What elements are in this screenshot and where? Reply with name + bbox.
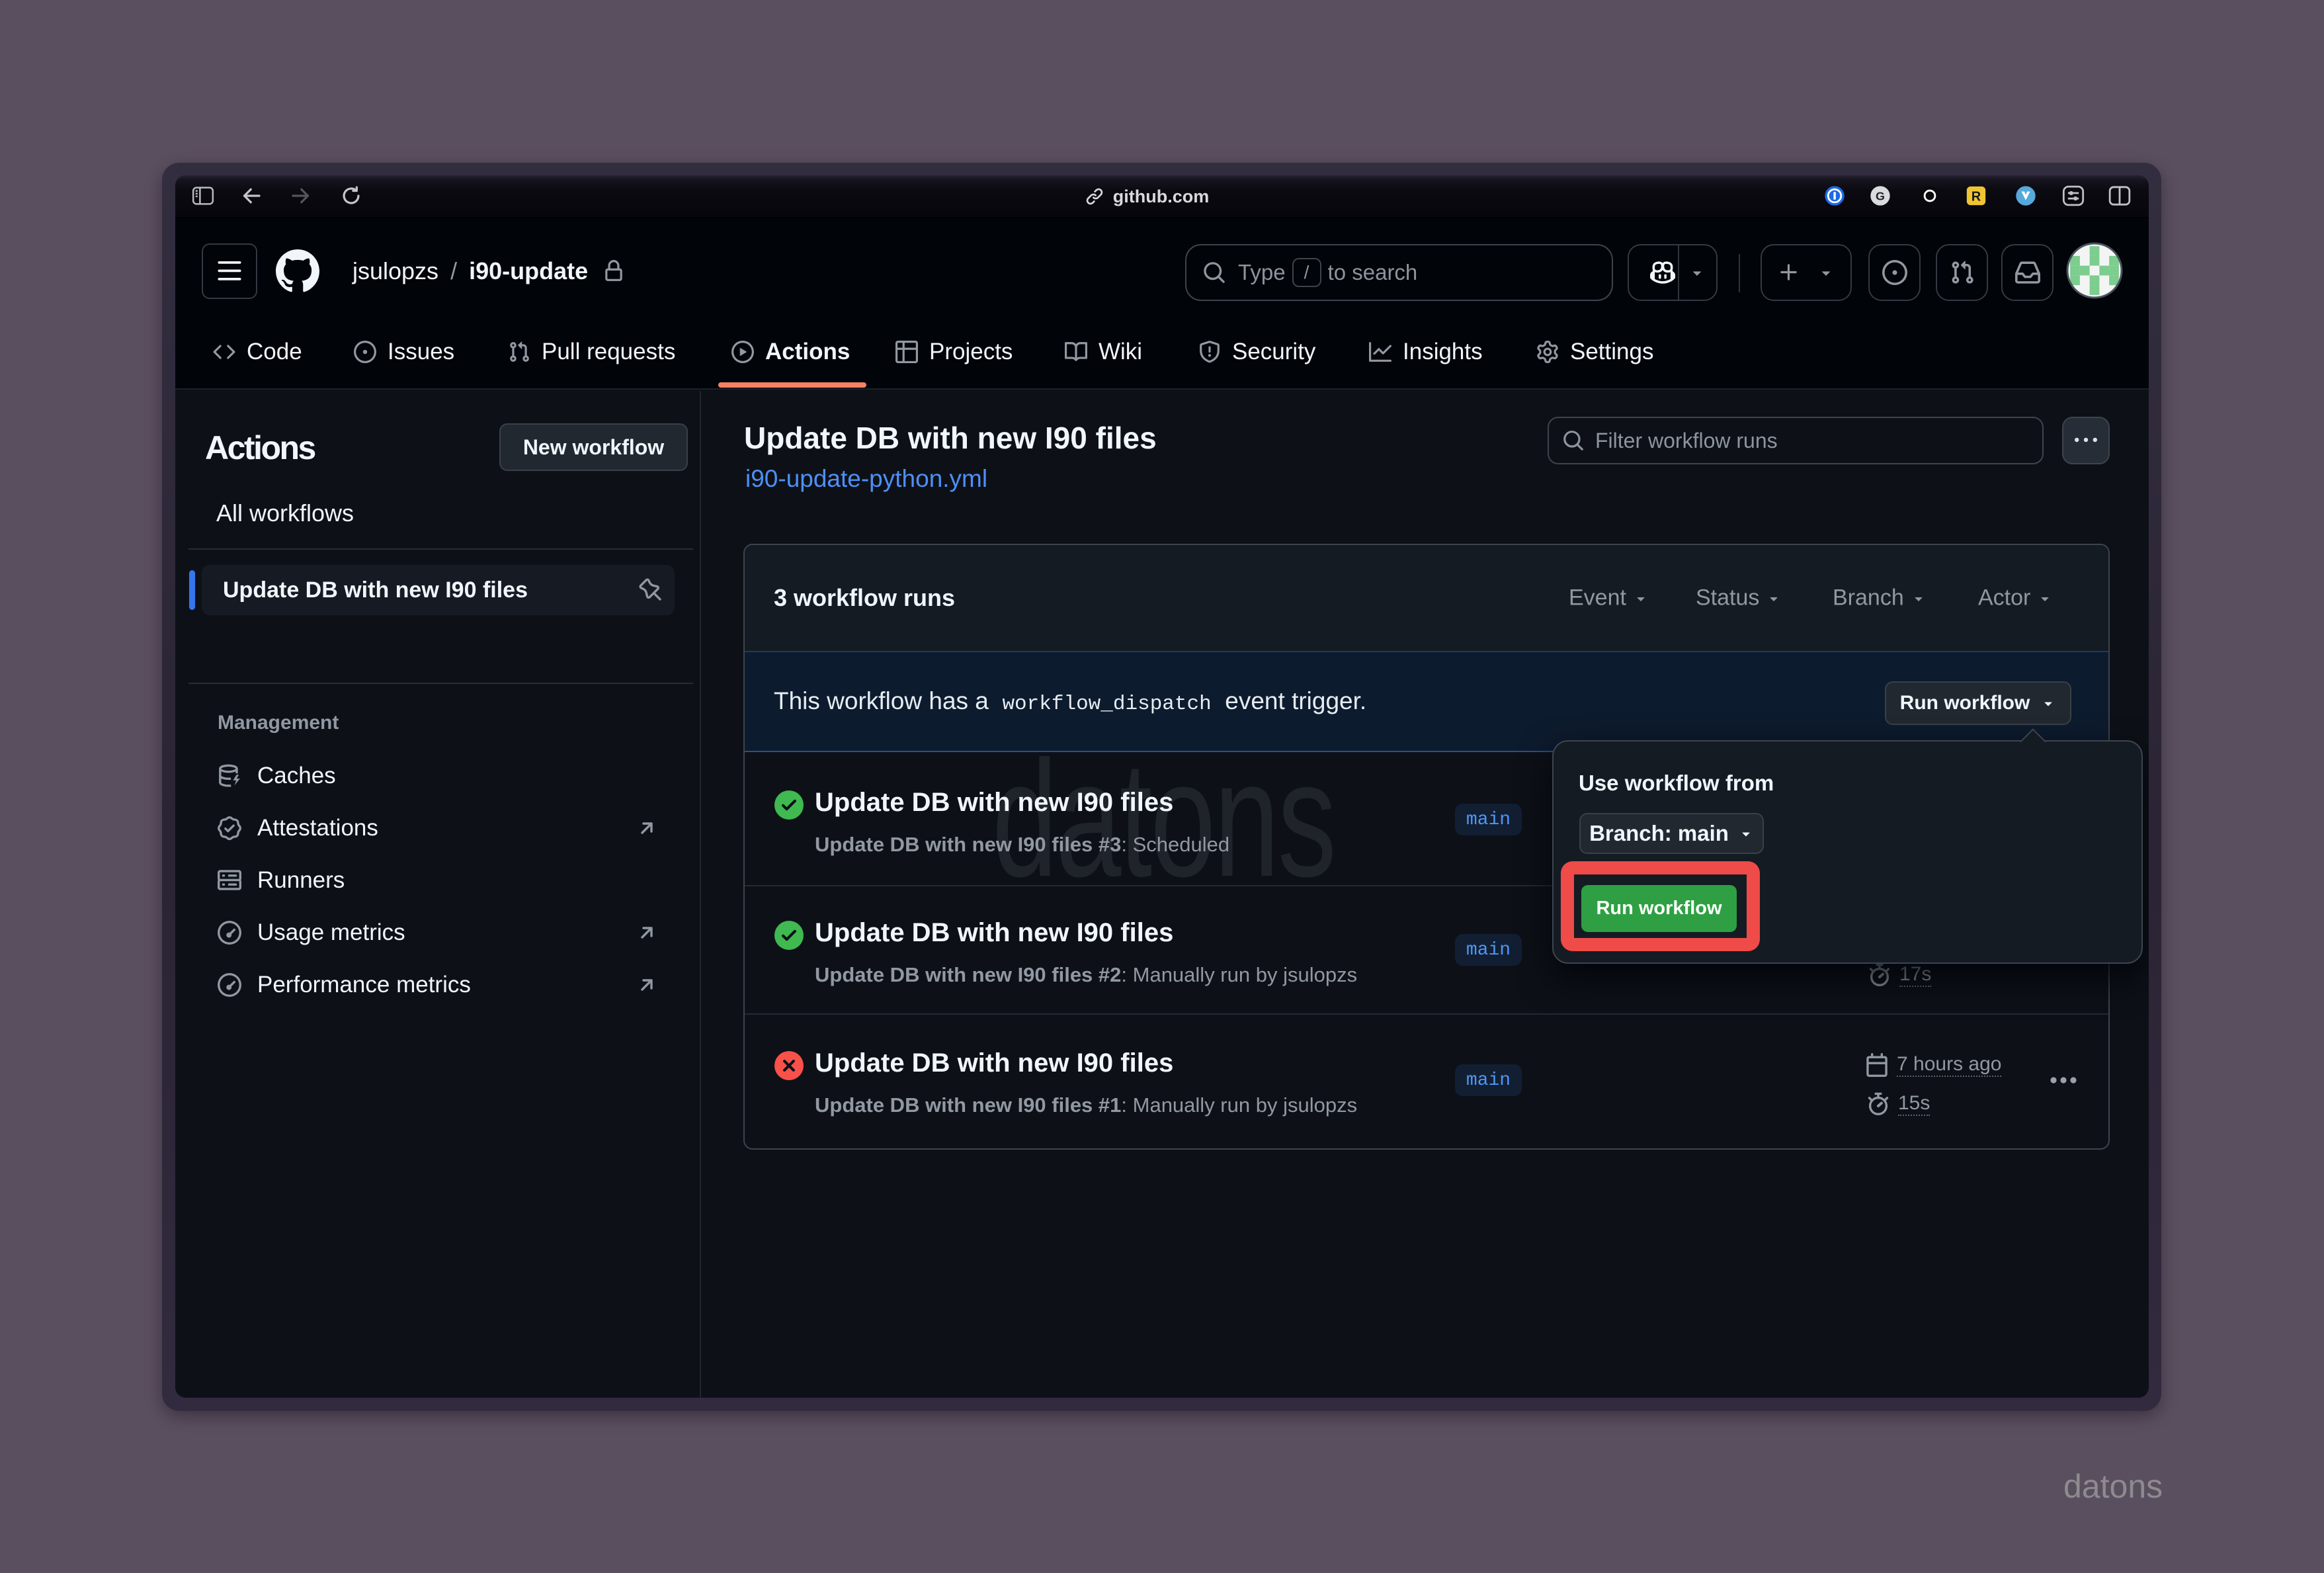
- svg-text:R: R: [1971, 190, 1981, 204]
- svg-text:G: G: [1876, 190, 1885, 203]
